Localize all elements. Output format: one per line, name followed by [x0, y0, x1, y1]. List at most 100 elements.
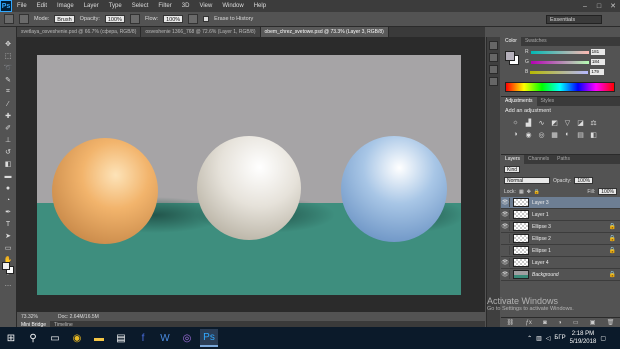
- r-value[interactable]: 181: [590, 49, 605, 55]
- new-layer-icon[interactable]: ▣: [590, 319, 596, 326]
- channel-mixer-icon[interactable]: ◎: [537, 130, 546, 139]
- hue-saturation-icon[interactable]: ◪: [576, 118, 585, 127]
- tab-paths[interactable]: Paths: [553, 155, 574, 164]
- layer-row[interactable]: 👁 Background 🔒: [501, 269, 620, 281]
- notifications-icon[interactable]: ▢: [600, 335, 606, 342]
- menu-3d[interactable]: 3D: [177, 3, 195, 9]
- b-slider[interactable]: [530, 70, 589, 74]
- visibility-eye-icon[interactable]: [501, 234, 510, 243]
- brightness-icon[interactable]: ☼: [511, 118, 520, 127]
- word-icon[interactable]: W: [156, 329, 174, 347]
- brush-panel-icon[interactable]: [489, 65, 498, 74]
- eraser-tool-icon[interactable]: ◧: [3, 159, 13, 169]
- visibility-eye-icon[interactable]: 👁: [501, 210, 510, 219]
- shape-tool-icon[interactable]: ▭: [3, 243, 13, 253]
- posterize-icon[interactable]: ▤: [576, 130, 585, 139]
- path-select-icon[interactable]: ➤: [3, 231, 13, 241]
- tab-styles[interactable]: Styles: [537, 97, 559, 106]
- menu-edit[interactable]: Edit: [32, 3, 52, 9]
- history-panel-icon[interactable]: [489, 41, 498, 50]
- healing-brush-icon[interactable]: ✚: [3, 111, 13, 121]
- tab-color[interactable]: Color: [501, 37, 521, 46]
- viber-icon[interactable]: ◎: [178, 329, 196, 347]
- lock-pixels-icon[interactable]: ▦: [519, 189, 524, 195]
- b-value[interactable]: 179: [590, 69, 605, 75]
- vibrance-icon[interactable]: ▽: [563, 118, 572, 127]
- add-mask-icon[interactable]: ◙: [543, 320, 547, 326]
- foreground-color-swatch[interactable]: [2, 262, 10, 270]
- menu-help[interactable]: Help: [249, 3, 271, 9]
- volume-icon[interactable]: ◁: [546, 335, 551, 342]
- tab-swatches[interactable]: Swatches: [521, 37, 551, 46]
- visibility-eye-icon[interactable]: 👁: [501, 270, 510, 279]
- curves-icon[interactable]: ∿: [537, 118, 546, 127]
- doc-tab-3[interactable]: obem_chrez_svetowe.psd @ 73.3% (Layer 3,…: [260, 27, 389, 37]
- file-explorer-icon[interactable]: ▬: [90, 329, 108, 347]
- erase-to-history-checkbox[interactable]: [203, 16, 210, 22]
- g-slider[interactable]: [530, 60, 589, 64]
- canvas-area[interactable]: [17, 37, 485, 319]
- more-tools-icon[interactable]: …: [3, 279, 13, 289]
- pen-tool-icon[interactable]: ✒: [3, 207, 13, 217]
- fill-input[interactable]: 100%: [598, 188, 617, 195]
- layer-opacity-input[interactable]: 100%: [574, 177, 594, 184]
- blend-mode-select[interactable]: Normal: [504, 177, 550, 184]
- photoshop-taskbar-icon[interactable]: Ps: [200, 329, 218, 347]
- doc-tab-2[interactable]: osveshenie 1366_768 @ 72.6% (Layer 1, RG…: [141, 27, 261, 37]
- language-indicator[interactable]: БГР: [554, 335, 565, 341]
- tab-channels[interactable]: Channels: [524, 155, 553, 164]
- tab-adjustments[interactable]: Adjustments: [501, 97, 537, 106]
- menu-window[interactable]: Window: [217, 3, 248, 9]
- flow-input[interactable]: 100%: [163, 15, 184, 23]
- layer-style-icon[interactable]: ƒx: [526, 320, 532, 326]
- invert-icon[interactable]: ◐: [563, 130, 572, 139]
- clone-source-icon[interactable]: [489, 77, 498, 86]
- marquee-tool-icon[interactable]: ⬚: [3, 51, 13, 61]
- color-lookup-icon[interactable]: ▦: [550, 130, 559, 139]
- blur-tool-icon[interactable]: ●: [3, 183, 13, 193]
- menu-view[interactable]: View: [194, 3, 217, 9]
- crop-tool-icon[interactable]: ⌗: [3, 87, 13, 97]
- task-view-icon[interactable]: ▭: [46, 329, 64, 347]
- mode-select[interactable]: Brush: [54, 15, 75, 23]
- move-tool-icon[interactable]: ✥: [3, 39, 13, 49]
- color-spectrum[interactable]: [505, 82, 615, 92]
- store-icon[interactable]: ▤: [112, 329, 130, 347]
- history-brush-icon[interactable]: ↺: [3, 147, 13, 157]
- lock-position-icon[interactable]: ✥: [527, 189, 531, 195]
- menu-filter[interactable]: Filter: [153, 3, 176, 9]
- chrome-icon[interactable]: ◉: [68, 329, 86, 347]
- doc-tab-1[interactable]: svetlaya_osveshenie.psd @ 66.7% (сфера, …: [17, 27, 142, 37]
- new-adjustment-icon[interactable]: ◑: [558, 320, 562, 326]
- menu-file[interactable]: File: [12, 3, 32, 9]
- layer-row[interactable]: Ellipse 1 🔒: [501, 245, 620, 257]
- layer-row[interactable]: 👁 Ellipse 3 🔒: [501, 221, 620, 233]
- artwork-canvas[interactable]: [37, 55, 461, 295]
- black-white-icon[interactable]: ◑: [511, 130, 520, 139]
- delete-layer-icon[interactable]: 🗑: [607, 319, 615, 326]
- pressure-opacity-icon[interactable]: [129, 14, 140, 24]
- tab-layers[interactable]: Layers: [501, 155, 525, 164]
- layer-row[interactable]: 👁 Layer 1: [501, 209, 620, 221]
- lasso-tool-icon[interactable]: ➰: [3, 63, 13, 73]
- brush-tool-icon[interactable]: ✐: [3, 123, 13, 133]
- eraser-tool-icon[interactable]: [4, 14, 14, 24]
- visibility-eye-icon[interactable]: 👁: [501, 258, 510, 267]
- levels-icon[interactable]: ▟: [524, 118, 533, 127]
- visibility-eye-icon[interactable]: 👁: [501, 198, 510, 207]
- exposure-icon[interactable]: ◩: [550, 118, 559, 127]
- menu-image[interactable]: Image: [52, 3, 79, 9]
- minimize-button[interactable]: –: [578, 0, 592, 12]
- workspace-select[interactable]: Essentials: [546, 15, 602, 24]
- maximize-button[interactable]: □: [592, 0, 606, 12]
- facebook-icon[interactable]: f: [134, 329, 152, 347]
- airbrush-icon[interactable]: [188, 14, 199, 24]
- link-layers-icon[interactable]: ⛓: [507, 319, 515, 326]
- fg-color-chip[interactable]: [505, 51, 515, 61]
- visibility-eye-icon[interactable]: [501, 246, 510, 255]
- menu-type[interactable]: Type: [104, 3, 127, 9]
- tray-chevron-icon[interactable]: ⌃: [527, 335, 532, 342]
- layer-row[interactable]: 👁 Layer 3: [501, 197, 620, 209]
- properties-panel-icon[interactable]: [489, 53, 498, 62]
- zoom-level[interactable]: 73.32%: [21, 314, 38, 320]
